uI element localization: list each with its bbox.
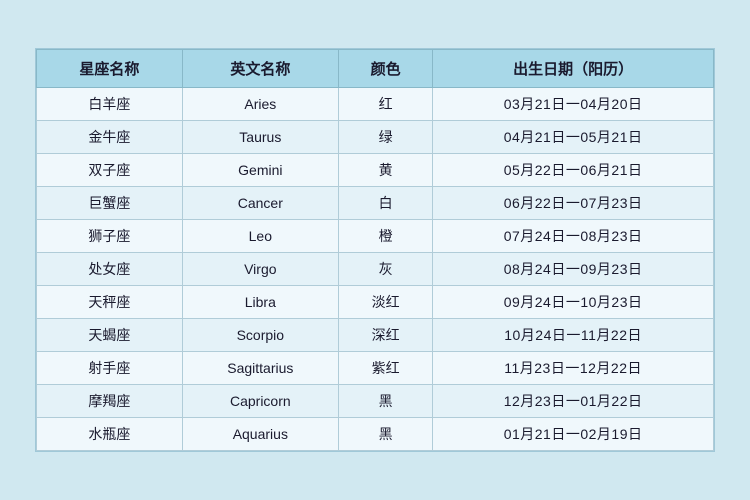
cell-dates: 08月24日一09月23日 [433, 253, 714, 286]
cell-chinese-name: 摩羯座 [37, 385, 183, 418]
cell-chinese-name: 白羊座 [37, 88, 183, 121]
cell-english-name: Cancer [182, 187, 338, 220]
cell-dates: 07月24日一08月23日 [433, 220, 714, 253]
cell-chinese-name: 水瓶座 [37, 418, 183, 451]
table-row: 白羊座Aries红03月21日一04月20日 [37, 88, 714, 121]
cell-english-name: Leo [182, 220, 338, 253]
table-row: 射手座Sagittarius紫红11月23日一12月22日 [37, 352, 714, 385]
table-row: 处女座Virgo灰08月24日一09月23日 [37, 253, 714, 286]
cell-chinese-name: 巨蟹座 [37, 187, 183, 220]
cell-dates: 03月21日一04月20日 [433, 88, 714, 121]
zodiac-table-container: 星座名称 英文名称 颜色 出生日期（阳历） 白羊座Aries红03月21日一04… [35, 48, 715, 452]
cell-color: 白 [338, 187, 432, 220]
cell-english-name: Libra [182, 286, 338, 319]
cell-color: 黄 [338, 154, 432, 187]
cell-chinese-name: 射手座 [37, 352, 183, 385]
cell-color: 红 [338, 88, 432, 121]
cell-color: 黑 [338, 418, 432, 451]
cell-english-name: Taurus [182, 121, 338, 154]
header-color: 颜色 [338, 50, 432, 88]
table-row: 双子座Gemini黄05月22日一06月21日 [37, 154, 714, 187]
cell-color: 绿 [338, 121, 432, 154]
header-english-name: 英文名称 [182, 50, 338, 88]
cell-color: 淡红 [338, 286, 432, 319]
cell-english-name: Aquarius [182, 418, 338, 451]
cell-chinese-name: 处女座 [37, 253, 183, 286]
cell-chinese-name: 金牛座 [37, 121, 183, 154]
cell-color: 深红 [338, 319, 432, 352]
cell-english-name: Capricorn [182, 385, 338, 418]
table-row: 天蝎座Scorpio深红10月24日一11月22日 [37, 319, 714, 352]
cell-dates: 10月24日一11月22日 [433, 319, 714, 352]
cell-chinese-name: 狮子座 [37, 220, 183, 253]
cell-color: 灰 [338, 253, 432, 286]
cell-color: 紫红 [338, 352, 432, 385]
cell-english-name: Scorpio [182, 319, 338, 352]
zodiac-table: 星座名称 英文名称 颜色 出生日期（阳历） 白羊座Aries红03月21日一04… [36, 49, 714, 451]
table-row: 金牛座Taurus绿04月21日一05月21日 [37, 121, 714, 154]
table-row: 天秤座Libra淡红09月24日一10月23日 [37, 286, 714, 319]
header-birth-date: 出生日期（阳历） [433, 50, 714, 88]
cell-english-name: Virgo [182, 253, 338, 286]
cell-color: 橙 [338, 220, 432, 253]
cell-dates: 12月23日一01月22日 [433, 385, 714, 418]
table-row: 巨蟹座Cancer白06月22日一07月23日 [37, 187, 714, 220]
cell-dates: 05月22日一06月21日 [433, 154, 714, 187]
table-header-row: 星座名称 英文名称 颜色 出生日期（阳历） [37, 50, 714, 88]
cell-dates: 04月21日一05月21日 [433, 121, 714, 154]
cell-dates: 01月21日一02月19日 [433, 418, 714, 451]
table-row: 狮子座Leo橙07月24日一08月23日 [37, 220, 714, 253]
cell-dates: 11月23日一12月22日 [433, 352, 714, 385]
cell-english-name: Aries [182, 88, 338, 121]
cell-chinese-name: 天秤座 [37, 286, 183, 319]
table-row: 水瓶座Aquarius黑01月21日一02月19日 [37, 418, 714, 451]
cell-dates: 06月22日一07月23日 [433, 187, 714, 220]
cell-chinese-name: 双子座 [37, 154, 183, 187]
cell-english-name: Sagittarius [182, 352, 338, 385]
cell-english-name: Gemini [182, 154, 338, 187]
header-chinese-name: 星座名称 [37, 50, 183, 88]
cell-dates: 09月24日一10月23日 [433, 286, 714, 319]
table-row: 摩羯座Capricorn黑12月23日一01月22日 [37, 385, 714, 418]
cell-color: 黑 [338, 385, 432, 418]
cell-chinese-name: 天蝎座 [37, 319, 183, 352]
